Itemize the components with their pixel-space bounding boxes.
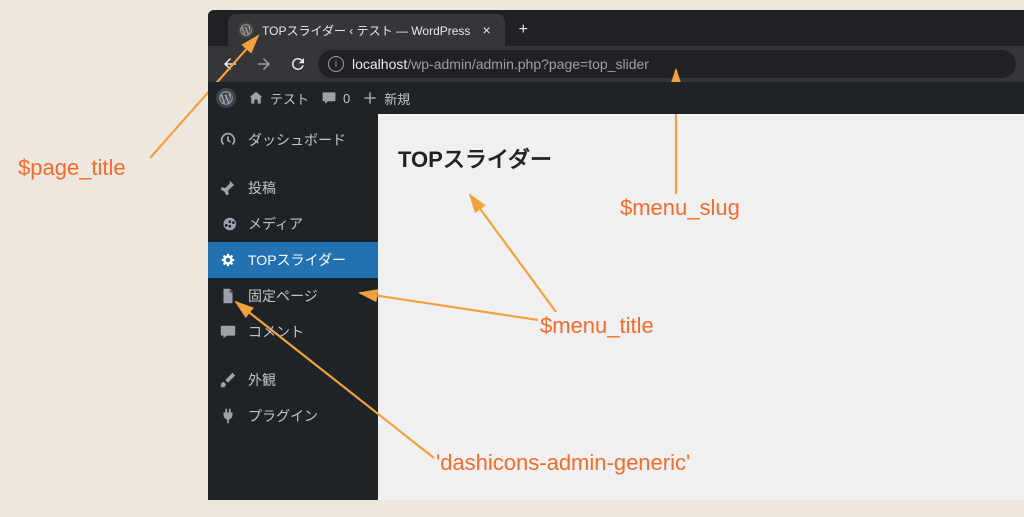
wp-content: TOPスライダー: [378, 82, 1024, 500]
new-tab-button[interactable]: +: [505, 14, 542, 46]
address-bar: i localhost/wp-admin/admin.php?page=top_…: [208, 46, 1024, 82]
plus-icon: [362, 90, 378, 106]
plugin-icon: [218, 407, 238, 425]
forward-button[interactable]: [250, 50, 278, 78]
browser-tab[interactable]: TOPスライダー ‹ テスト — WordPress ×: [228, 14, 505, 46]
wordpress-icon: [238, 22, 254, 38]
reload-button[interactable]: [284, 50, 312, 78]
sidebar-item-label: ダッシュボード: [248, 130, 346, 150]
wp-area: ダッシュボード投稿メディアTOPスライダー固定ページコメント外観プラグイン TO…: [208, 82, 1024, 500]
sidebar-item-label: TOPスライダー: [248, 250, 346, 270]
dashboard-icon: [218, 131, 238, 149]
page-icon: [218, 287, 238, 305]
sidebar-item-label: コメント: [248, 322, 304, 342]
url-path: /wp-admin/admin.php?page=top_slider: [407, 56, 649, 72]
comments-count: 0: [343, 91, 350, 106]
comment-icon: [218, 323, 238, 341]
page-heading: TOPスライダー: [398, 142, 1004, 174]
tab-title: TOPスライダー ‹ テスト — WordPress: [262, 22, 470, 39]
media-icon: [218, 215, 238, 233]
sidebar-item-media[interactable]: メディア: [208, 206, 378, 242]
tab-bar: TOPスライダー ‹ テスト — WordPress × +: [208, 10, 1024, 46]
sidebar-item-label: 外観: [248, 370, 276, 390]
new-content-link[interactable]: 新規: [362, 89, 410, 108]
gear-icon: [218, 251, 238, 269]
sidebar-item-label: メディア: [248, 214, 303, 234]
browser-window: TOPスライダー ‹ テスト — WordPress × + i localho…: [208, 10, 1024, 500]
brush-icon: [218, 371, 238, 389]
sidebar-item-gear[interactable]: TOPスライダー: [208, 242, 378, 278]
close-icon[interactable]: ×: [478, 22, 494, 38]
sidebar-item-brush[interactable]: 外観: [208, 362, 378, 398]
comments-link[interactable]: 0: [321, 90, 350, 106]
url-field[interactable]: i localhost/wp-admin/admin.php?page=top_…: [318, 50, 1016, 78]
sidebar-item-comment[interactable]: コメント: [208, 314, 378, 350]
site-info-icon[interactable]: i: [328, 56, 344, 72]
annotation-page-title: $page_title: [18, 155, 126, 181]
site-name: テスト: [270, 89, 309, 108]
sidebar-item-pin[interactable]: 投稿: [208, 170, 378, 206]
pin-icon: [218, 179, 238, 197]
url-host: localhost: [352, 56, 407, 72]
wordpress-icon: [216, 88, 236, 108]
sidebar-item-page[interactable]: 固定ページ: [208, 278, 378, 314]
site-name-link[interactable]: テスト: [248, 89, 309, 108]
wp-admin-sidebar: ダッシュボード投稿メディア TOPスライダー固定ページコメント外観プラグイン: [208, 82, 378, 500]
wp-logo-menu[interactable]: [216, 88, 236, 108]
comment-icon: [321, 90, 337, 106]
back-button[interactable]: [216, 50, 244, 78]
sidebar-item-label: 固定ページ: [248, 286, 318, 306]
wp-admin-bar: テスト 0 新規: [208, 82, 1024, 114]
sidebar-item-plugin[interactable]: プラグイン: [208, 398, 378, 434]
new-label: 新規: [384, 89, 410, 108]
sidebar-item-label: 投稿: [248, 178, 276, 198]
home-icon: [248, 90, 264, 106]
sidebar-item-dashboard[interactable]: ダッシュボード: [208, 122, 378, 158]
sidebar-item-label: プラグイン: [248, 406, 318, 426]
